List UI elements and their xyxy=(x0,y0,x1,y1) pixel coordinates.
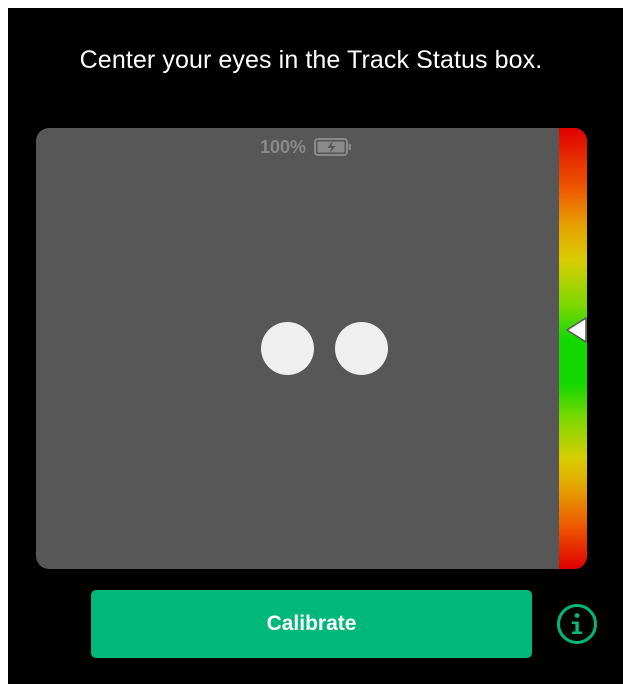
app-screen: Center your eyes in the Track Status box… xyxy=(8,8,623,684)
left-eye xyxy=(261,322,314,375)
info-icon xyxy=(557,604,597,644)
track-status-bar xyxy=(559,128,587,569)
calibrate-button[interactable]: Calibrate xyxy=(91,590,532,658)
battery-indicator: 100% xyxy=(260,136,352,158)
battery-charging-icon xyxy=(314,138,352,156)
right-eye xyxy=(335,322,388,375)
instruction-text: Center your eyes in the Track Status box… xyxy=(79,46,543,74)
battery-percent: 100% xyxy=(260,137,307,157)
track-status-box: 100% xyxy=(36,128,587,569)
triangle-marker-icon xyxy=(566,317,587,343)
info-button[interactable] xyxy=(556,603,598,645)
